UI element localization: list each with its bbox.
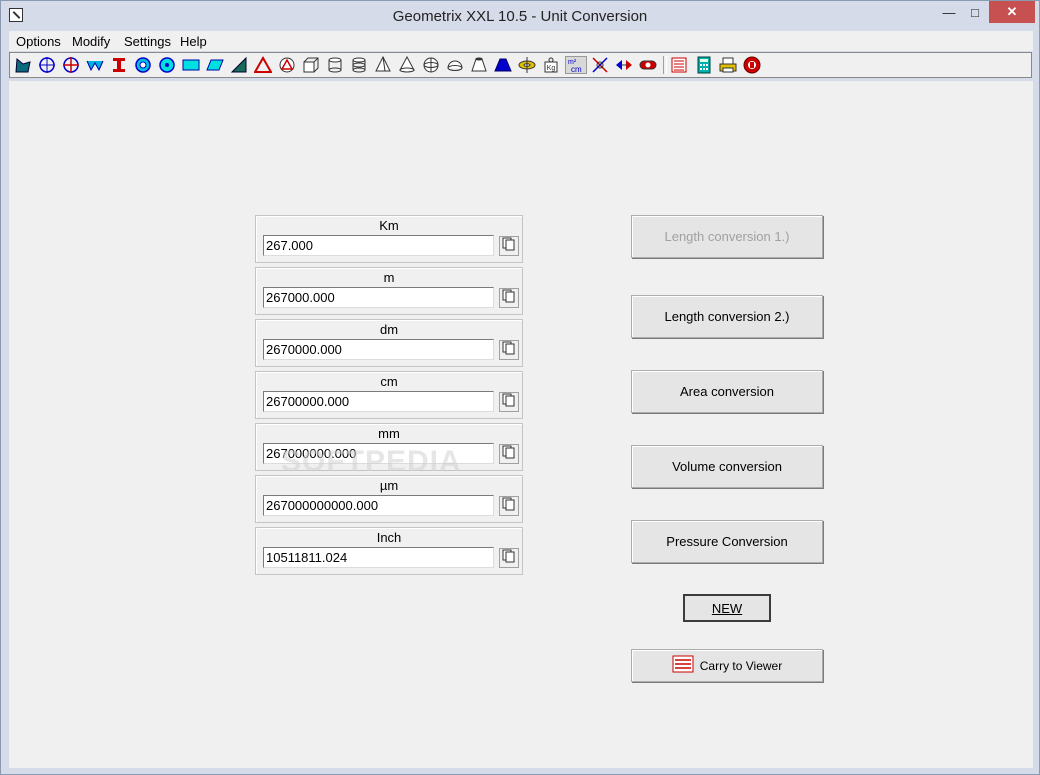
app-window: Geometrix XXL 10.5 - Unit Conversion — □… [0, 0, 1040, 775]
unit-group-um: µm [255, 475, 523, 523]
copy-icon [502, 341, 516, 360]
close-button[interactable]: ✕ [989, 1, 1035, 23]
trapezoid-icon[interactable] [85, 56, 105, 74]
cylinder-icon[interactable] [325, 56, 345, 74]
cylinder-cut-icon[interactable] [349, 56, 369, 74]
length-conversion-2-button[interactable]: Length conversion 2.) [631, 295, 823, 338]
unit-label: m [383, 270, 395, 285]
printer-icon[interactable] [718, 56, 738, 74]
km-field[interactable] [263, 235, 494, 256]
copy-icon [502, 393, 516, 412]
copy-button[interactable] [499, 392, 519, 412]
menu-modify[interactable]: Modify [72, 34, 110, 49]
unit-label: Km [379, 218, 399, 233]
copy-button[interactable] [499, 548, 519, 568]
circle-crosshair-red-icon[interactable] [61, 56, 81, 74]
frustum-blue-icon[interactable] [493, 56, 513, 74]
angles-icon[interactable] [590, 56, 610, 74]
capsule-icon[interactable] [638, 56, 658, 74]
polygon-icon[interactable] [13, 56, 33, 74]
title-bar[interactable]: Geometrix XXL 10.5 - Unit Conversion — □… [1, 1, 1039, 31]
unit-label: µm [379, 478, 399, 493]
carry-to-viewer-button[interactable]: Carry to Viewer [631, 649, 823, 682]
toolbar: Kg m² cm [9, 52, 1032, 78]
list-icon[interactable] [669, 56, 689, 74]
copy-icon [502, 289, 516, 308]
new-button[interactable]: NEW [683, 594, 771, 622]
menu-options[interactable]: Options [16, 34, 61, 49]
menu-settings[interactable]: Settings [124, 34, 171, 49]
svg-text:cm: cm [571, 65, 582, 74]
weight-icon[interactable]: Kg [541, 56, 561, 74]
triangle-circle-icon[interactable] [277, 56, 297, 74]
cone-icon[interactable] [397, 56, 417, 74]
copy-button[interactable] [499, 340, 519, 360]
cube-icon[interactable] [301, 56, 321, 74]
watermark: SOFTPEDIA [281, 445, 462, 478]
frustum-icon[interactable] [469, 56, 489, 74]
copy-button[interactable] [499, 444, 519, 464]
um-field[interactable] [263, 495, 494, 516]
unit-group-dm: dm [255, 319, 523, 367]
cm-field[interactable] [263, 391, 494, 412]
copy-button[interactable] [499, 236, 519, 256]
ring-icon[interactable] [133, 56, 153, 74]
unit-group-cm: cm [255, 371, 523, 419]
m-field[interactable] [263, 287, 494, 308]
unit-label: Inch [376, 530, 402, 545]
copy-icon [502, 549, 516, 568]
copy-button[interactable] [499, 496, 519, 516]
torus-icon[interactable] [517, 56, 537, 74]
unit-label: mm [378, 426, 400, 441]
copy-icon [502, 497, 516, 516]
main-content: Km m dm cm mm µm Inc [9, 81, 1033, 768]
area-conversion-button[interactable]: Area conversion [631, 370, 823, 413]
unit-group-inch: Inch [255, 527, 523, 575]
copy-button[interactable] [499, 288, 519, 308]
svg-text:Kg: Kg [547, 65, 556, 72]
right-triangle-icon[interactable] [229, 56, 249, 74]
length-conversion-1-button[interactable]: Length conversion 1.) [631, 215, 823, 258]
copy-icon [502, 237, 516, 256]
menu-help[interactable]: Help [180, 34, 207, 49]
unit-group-km: Km [255, 215, 523, 263]
unit-label: dm [379, 322, 399, 337]
window-title: Geometrix XXL 10.5 - Unit Conversion [392, 8, 648, 25]
maximize-button[interactable]: □ [962, 1, 988, 23]
dm-field[interactable] [263, 339, 494, 360]
inch-field[interactable] [263, 547, 494, 568]
sphere-icon[interactable] [421, 56, 441, 74]
triangle-icon[interactable] [253, 56, 273, 74]
toolbar-separator [663, 56, 667, 74]
copy-icon [502, 445, 516, 464]
ibeam-icon[interactable] [109, 56, 129, 74]
circle-crosshair-icon[interactable] [37, 56, 57, 74]
calculator-icon[interactable] [694, 56, 714, 74]
minimize-button[interactable]: — [936, 1, 962, 23]
exit-icon[interactable] [742, 56, 762, 74]
ring-cyan-icon[interactable] [157, 56, 177, 74]
unit-conversion-icon[interactable]: m² cm [565, 56, 587, 74]
new-button-label: NEW [711, 600, 743, 616]
list-icon [672, 655, 694, 676]
volume-conversion-button[interactable]: Volume conversion [631, 445, 823, 488]
unit-label: cm [380, 374, 398, 389]
unit-group-m: m [255, 267, 523, 315]
carry-to-viewer-label: Carry to Viewer [699, 658, 783, 673]
pressure-conversion-button[interactable]: Pressure Conversion [631, 520, 823, 563]
sphere-segment-icon[interactable] [445, 56, 465, 74]
parallelogram-icon[interactable] [205, 56, 225, 74]
pyramid-icon[interactable] [373, 56, 393, 74]
rectangle-icon[interactable] [181, 56, 201, 74]
arrows-icon[interactable] [614, 56, 634, 74]
menu-bar: Options Modify Settings Help [9, 31, 1033, 51]
